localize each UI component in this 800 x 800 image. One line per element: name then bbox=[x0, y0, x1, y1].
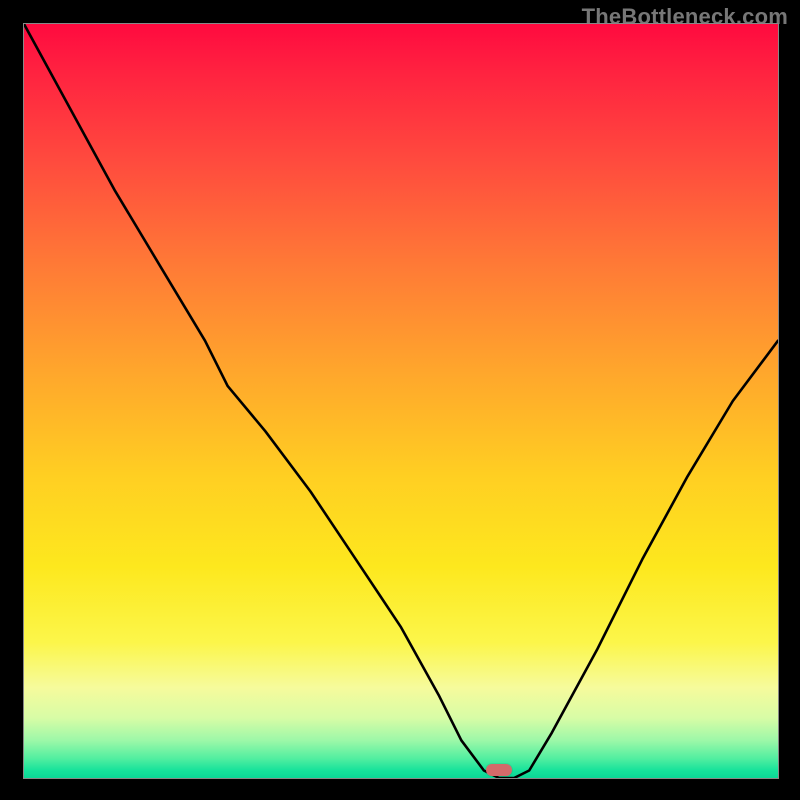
optimum-marker bbox=[486, 764, 512, 776]
chart-frame: TheBottleneck.com bbox=[0, 0, 800, 800]
bottleneck-curve bbox=[24, 24, 778, 778]
plot-area bbox=[23, 23, 779, 779]
